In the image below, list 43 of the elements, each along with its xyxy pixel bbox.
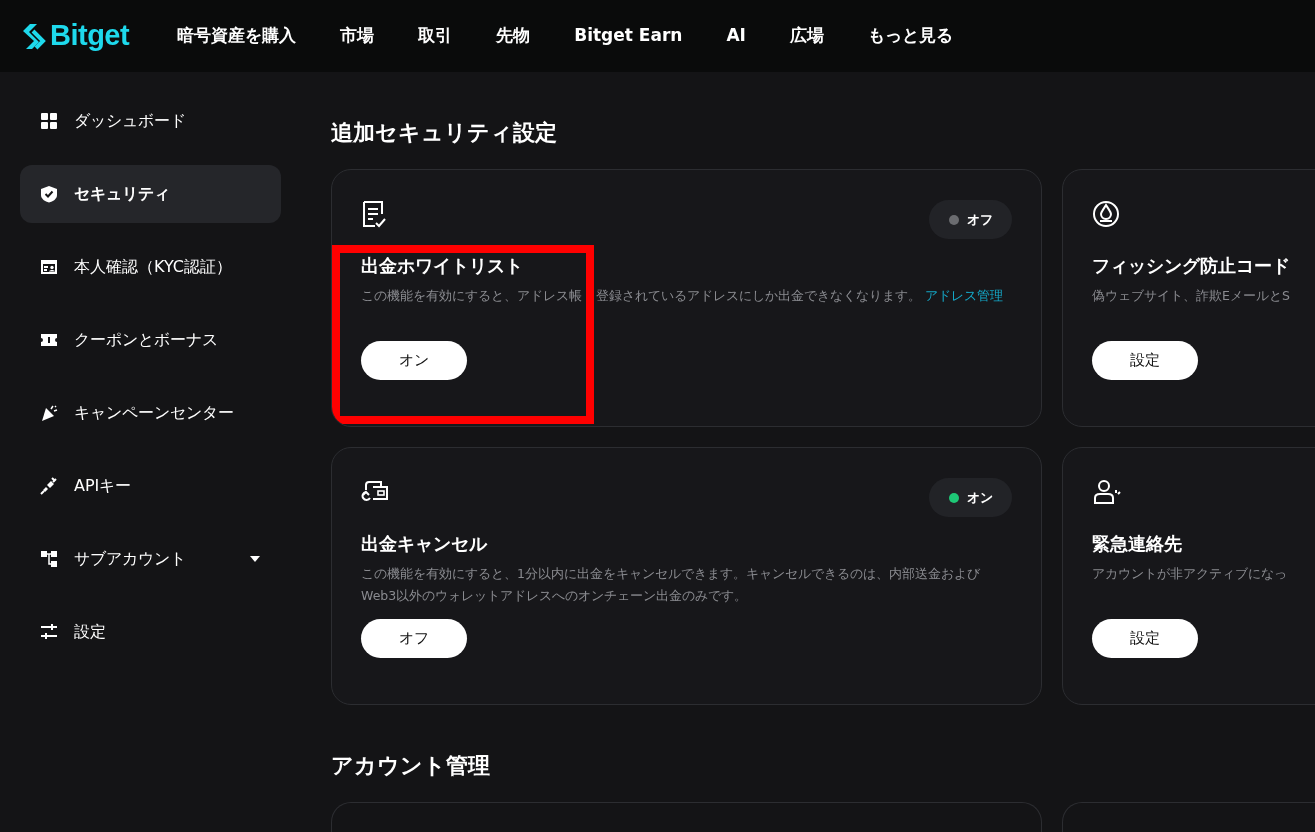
settings-icon (40, 623, 58, 641)
action-button[interactable]: 設定 (1092, 619, 1198, 658)
action-button[interactable]: オン (361, 341, 467, 380)
sidebar-item[interactable]: クーポンとボーナス (20, 311, 281, 369)
card-description: アカウントが非アクティブになっ (1092, 565, 1288, 583)
sidebar-item[interactable]: キャンペーンセンター (20, 384, 281, 442)
plug-icon (40, 477, 58, 495)
status-badge: オフ (929, 200, 1012, 239)
card-title: 緊急連絡先 (1092, 532, 1183, 556)
hierarchy-icon (40, 550, 58, 568)
sidebar-item[interactable]: ダッシュボード (20, 92, 281, 150)
nav-link[interactable]: もっと見る (867, 23, 953, 49)
address-link[interactable]: アドレス管理 (925, 288, 1003, 303)
card-title: 出金キャンセル (361, 532, 489, 556)
sidebar-item[interactable]: 本人確認（KYC認証） (20, 238, 281, 296)
id-card-icon (40, 258, 58, 276)
nav-link[interactable]: AI (726, 23, 746, 49)
action-button[interactable]: 設定 (1092, 341, 1198, 380)
card-title: フィッシング防止コード (1092, 254, 1291, 278)
logo-text[interactable]: Bitget (50, 14, 130, 58)
shield-icon (40, 185, 58, 203)
nav-link[interactable]: Bitget Earn (574, 23, 683, 49)
card-description: 偽ウェブサイト、詐欺EメールとS (1092, 287, 1291, 305)
sidebar-item[interactable]: APIキー (20, 457, 281, 515)
nav-link[interactable]: 取引 (418, 23, 453, 49)
action-button[interactable]: オフ (361, 619, 467, 658)
section-title: アカウント管理 (331, 752, 491, 780)
status-badge: オン (929, 478, 1012, 517)
drop-icon (1092, 200, 1122, 230)
grid-icon (40, 112, 58, 130)
nav-link[interactable]: 先物 (496, 23, 531, 49)
sidebar-item[interactable]: 設定 (20, 603, 281, 661)
card-title: 出金ホワイトリスト (361, 254, 524, 278)
nav-link[interactable]: 暗号資産を購入 (177, 23, 297, 49)
sidebar-item[interactable]: セキュリティ (20, 165, 281, 223)
section-title: 追加セキュリティ設定 (331, 119, 558, 147)
nav-link[interactable]: 広場 (789, 23, 824, 49)
party-popper-icon (40, 404, 58, 422)
sidebar-item[interactable]: サブアカウント (20, 530, 281, 588)
ticket-icon (40, 331, 58, 349)
nav-link[interactable]: 市場 (340, 23, 375, 49)
card-description: この機能を有効にすると、1分以内に出金をキャンセルできます。キャンセルできるのは、内部送金およびWeb3以外のウォレットアドレスへのオンチェーン出金のみです。 (361, 565, 981, 605)
card-description: この機能を有効にすると、アドレス帳 登録されているアドレスにしか出金できなくなります。 アドレス管理 (361, 287, 1004, 305)
